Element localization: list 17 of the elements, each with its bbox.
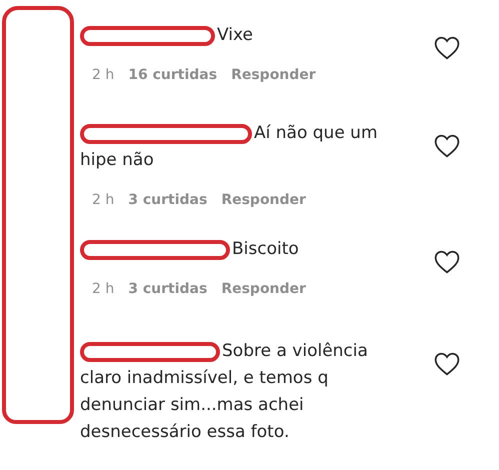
likes-count[interactable]: 3 curtidas [128,192,208,208]
comment-text: Vixe [80,22,398,49]
reply-button[interactable]: Responder [231,67,316,83]
comment-text: Sobre a violência claro inadmissível, e temos q denunciar sim...mas achei desnecessário essa foto. [80,340,369,444]
heart-icon[interactable] [434,250,460,274]
likes-count[interactable]: 3 curtidas [128,281,208,297]
comment-time: 2 h [92,67,114,83]
reply-button[interactable]: Responder [221,192,306,208]
likes-count[interactable]: 16 curtidas [128,67,218,83]
comment-text: Biscoito [80,236,398,263]
heart-icon[interactable] [434,36,460,60]
comment-time: 2 h [92,192,114,208]
comment-text: Aí não que um hipe não [80,122,379,172]
reply-button[interactable]: Responder [221,281,306,297]
comment-time: 2 h [92,281,114,297]
heart-icon[interactable] [434,352,460,376]
heart-icon[interactable] [434,134,460,158]
